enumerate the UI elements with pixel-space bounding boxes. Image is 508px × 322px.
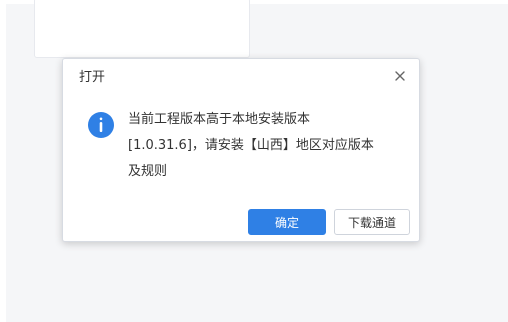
close-icon bbox=[395, 71, 405, 81]
message-line-3: 及规则 bbox=[128, 164, 168, 179]
message-line-1: 当前工程版本高于本地安装版本 bbox=[128, 112, 311, 127]
message-line-2: [1.0.31.6]，请安装【山西】地区对应版本 bbox=[128, 138, 374, 153]
dialog-title: 打开 bbox=[79, 70, 106, 85]
download-channel-button[interactable]: 下载通道 bbox=[334, 209, 410, 235]
info-icon bbox=[87, 111, 115, 139]
message-text: 当前工程版本高于本地安装版本 [1.0.31.6]，请安装【山西】地区对应版本 … bbox=[128, 107, 398, 185]
confirm-button[interactable]: 确定 bbox=[248, 209, 326, 235]
close-button[interactable] bbox=[391, 67, 409, 85]
background-card bbox=[34, 0, 250, 58]
left-strip bbox=[0, 0, 6, 322]
open-dialog: 打开 当前工程版本高于本地安装版本 [1.0.31.6]，请安装【山西】地区对应… bbox=[62, 58, 420, 242]
